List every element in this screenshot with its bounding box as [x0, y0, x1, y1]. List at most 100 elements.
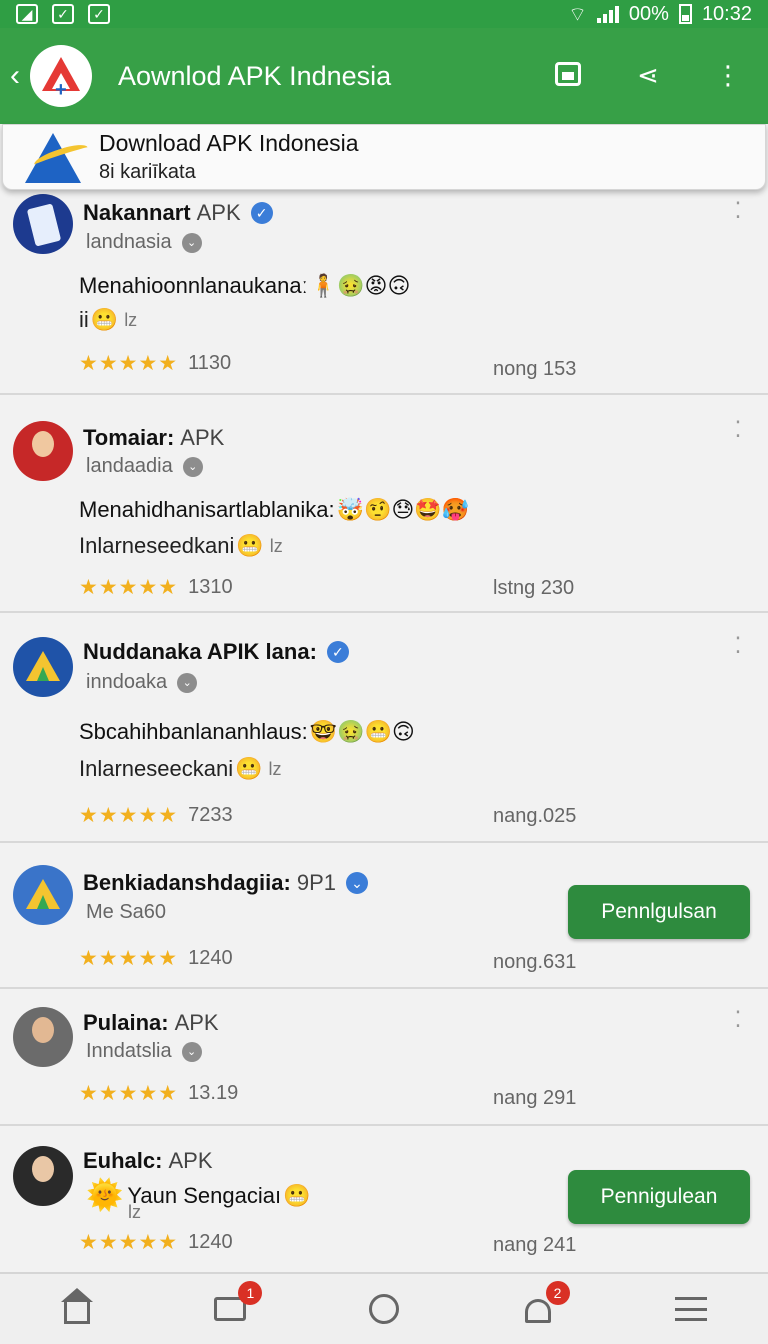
list-item[interactable]: Nakannart APK ✓ landnasia ⌄ Menahioonnla…	[0, 190, 768, 395]
bottom-nav: 1 2	[0, 1272, 768, 1344]
wifi-icon: ⌔	[568, 3, 587, 26]
item-description: Sbcahihbanlananhlaus:	[79, 719, 308, 744]
star-rating: ★★★★★	[79, 804, 179, 827]
item-tag: APK	[174, 1010, 219, 1035]
emoji-group: 🤓🤢😬🙃	[309, 719, 415, 744]
emoji: 😬	[235, 756, 263, 781]
list-item[interactable]: Benkiadanshdagiia: 9P1 ⌄ Me Sa60 ★★★★★ 1…	[0, 843, 768, 989]
notification-badge: 1	[238, 1281, 263, 1305]
notification-badge: 2	[545, 1281, 570, 1305]
item-description-2: Inlarneseedkani	[79, 533, 235, 558]
avatar	[13, 637, 73, 697]
signal-notification-icon: ◢	[16, 4, 38, 24]
emoji: 😬	[236, 533, 264, 558]
emoji-group: 🧍🤢😡🙃	[309, 273, 411, 298]
verified-icon: ✓	[250, 202, 273, 224]
item-name: Pulaina:	[83, 1010, 169, 1035]
item-meta: lstng 230	[493, 577, 575, 599]
more-options-icon[interactable]: ⁚	[730, 419, 746, 441]
emoji-group: 🤯🤨😓🤩🥵	[336, 497, 470, 522]
item-tag: 9P1	[296, 870, 336, 895]
home-icon	[60, 1288, 93, 1324]
verified-icon: ⌄	[346, 872, 368, 894]
avatar	[13, 1007, 73, 1067]
more-options-icon[interactable]: ⁚	[730, 1009, 746, 1031]
chevron-down-icon[interactable]: ⌄	[181, 232, 202, 253]
nav-notifications[interactable]: 2	[518, 1281, 570, 1329]
rating-count: 1240	[188, 1231, 233, 1253]
emoji: 😬	[90, 307, 119, 332]
item-mark: lz	[269, 535, 283, 556]
install-button[interactable]: Pennlgulsan	[568, 885, 750, 939]
clock: 10:32	[701, 2, 752, 25]
banner-title: Download APK Indonesia	[99, 130, 359, 156]
item-description-2: ii	[79, 307, 89, 332]
item-meta: nong 153	[493, 358, 577, 380]
item-meta: nong.631	[493, 951, 577, 973]
item-description: Yaun Sengaciaı	[127, 1182, 282, 1208]
item-subtitle: inndoaka	[86, 671, 168, 693]
item-subtitle: landaadia	[86, 455, 173, 477]
item-name: Nakannart	[83, 200, 191, 225]
check-notification-icon: ✓	[52, 4, 74, 24]
more-options-icon[interactable]: ⁚	[730, 635, 746, 657]
page-title: Aownlod APK Indnesia	[118, 60, 392, 91]
rating-count: 1130	[188, 352, 232, 374]
item-name: Nuddanaka APIK lana:	[83, 639, 317, 664]
item-meta: nang 291	[493, 1087, 577, 1109]
back-arrow-icon[interactable]: ‹	[0, 59, 28, 93]
chevron-down-icon[interactable]: ⌄	[177, 672, 198, 693]
bell-icon	[524, 1299, 551, 1323]
item-mark: lz	[268, 758, 282, 779]
battery-icon	[678, 4, 692, 24]
promo-banner[interactable]: Download APK Indonesia 8i kariīkata	[2, 124, 766, 190]
item-subtitle: Inndatslia	[86, 1040, 172, 1062]
chevron-down-icon[interactable]: ⌄	[182, 456, 203, 477]
app-bar: ‹ + Aownlod APK Indnesia ⋖ ⋮	[0, 28, 768, 124]
item-description: Menahioonnlanaukanaː	[79, 273, 308, 298]
list-item[interactable]: Pulaina: APK Inndatslia ⌄ ★★★★★ 13.19 na…	[0, 989, 768, 1126]
cast-icon	[555, 61, 581, 86]
status-bar: ◢ ✓ ✓ ⌔ 00% 10:32	[0, 0, 768, 28]
item-tag: APK	[180, 425, 225, 450]
chevron-down-icon[interactable]: ⌄	[181, 1041, 202, 1062]
item-description: Menahidhanisartlablanika:	[79, 497, 335, 522]
more-options-icon[interactable]: ⁚	[730, 200, 746, 222]
sun-emoji: 🌞	[86, 1179, 124, 1212]
install-button[interactable]: Pennigulean	[568, 1170, 750, 1224]
list-item[interactable]: Nuddanaka APIK lana: ✓ inndoaka ⌄ Sbcahi…	[0, 613, 768, 843]
rating-count: 1240	[188, 947, 233, 969]
item-meta: nang.025	[493, 805, 577, 827]
cell-signal-icon	[596, 5, 619, 23]
banner-logo	[25, 127, 95, 187]
cast-button[interactable]	[554, 60, 582, 93]
share-icon[interactable]: ⋖	[634, 60, 662, 93]
item-subtitle: landnasia	[86, 231, 172, 253]
app-list: Nakannart APK ✓ landnasia ⌄ Menahioonnla…	[0, 190, 768, 1272]
item-meta: nang 241	[493, 1234, 577, 1256]
nav-home[interactable]	[57, 1288, 97, 1329]
avatar	[13, 194, 73, 254]
item-tag: APK	[168, 1148, 213, 1173]
item-tag: APK	[196, 200, 241, 225]
avatar	[13, 1146, 73, 1206]
emoji: 😬	[283, 1182, 311, 1208]
star-rating: ★★★★★	[79, 352, 179, 375]
battery-percent: 00%	[628, 2, 669, 25]
check-notification-icon-2: ✓	[88, 4, 110, 24]
list-item[interactable]: Euhalc: APK 🌞 Yaun Sengaciaı 😬 lz ★★★★★ …	[0, 1126, 768, 1272]
menu-icon	[675, 1297, 708, 1321]
avatar	[13, 421, 73, 481]
item-subtitle: Me Sa60	[86, 901, 167, 923]
item-name: Tomaiar:	[83, 425, 175, 450]
nav-menu[interactable]	[671, 1289, 711, 1329]
star-rating: ★★★★★	[79, 576, 179, 599]
list-item[interactable]: Tomaiar: APK landaadia ⌄ Menahidhanisart…	[0, 395, 768, 613]
banner-subtitle: 8i kariīkata	[99, 161, 196, 183]
rating-count: 7233	[188, 804, 233, 826]
circle-icon	[368, 1294, 399, 1324]
avatar	[13, 865, 73, 925]
nav-messages[interactable]: 1	[210, 1281, 263, 1329]
overflow-menu-icon[interactable]: ⋮	[714, 60, 742, 93]
nav-circle[interactable]	[364, 1289, 404, 1329]
